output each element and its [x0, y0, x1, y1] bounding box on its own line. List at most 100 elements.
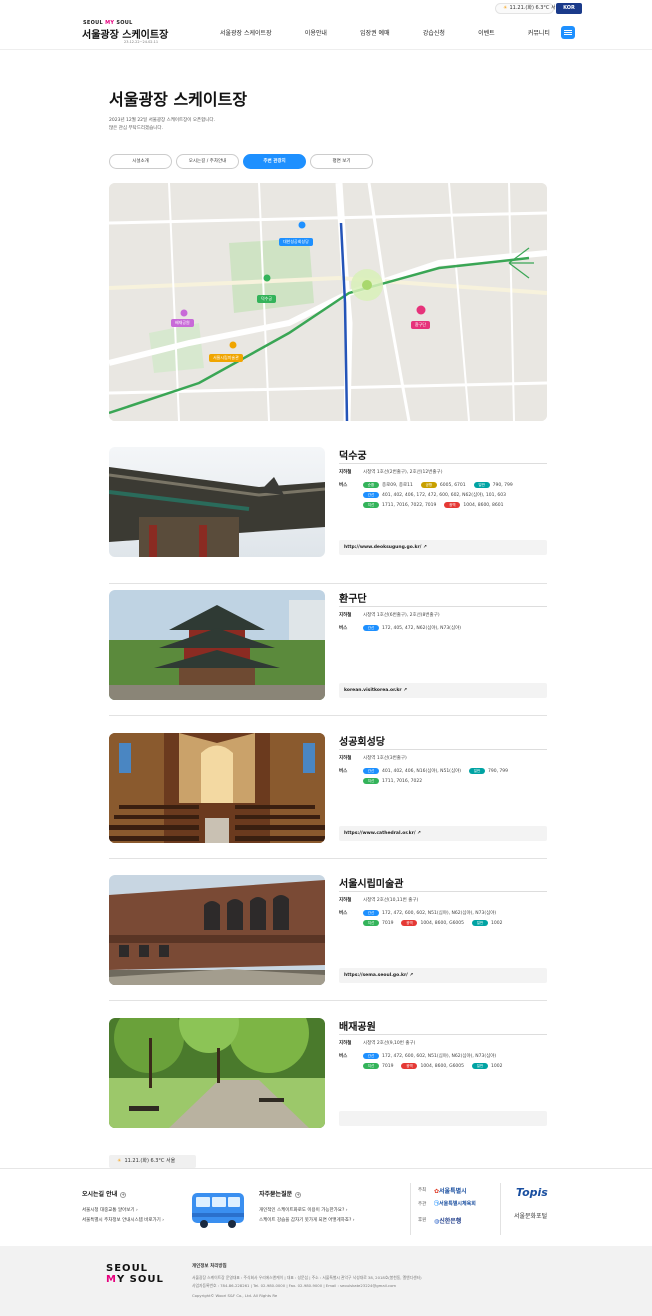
- external-link-icon: ↗: [422, 545, 427, 550]
- bus-type-badge: 일반: [472, 920, 489, 926]
- place-name: 덕수궁: [339, 451, 367, 462]
- copyright: Copyright© Woori S&F Co., Ltd. All Right…: [192, 1293, 278, 1298]
- bus-type-badge: 간선: [363, 910, 379, 916]
- nav-item-tickets[interactable]: 입장권 예매: [360, 28, 390, 37]
- menu-icon: [564, 30, 572, 31]
- partner-role: 주최: [418, 1188, 427, 1193]
- weather-widget[interactable]: ☀ 11.21.(화) 6.3°C 서울: [495, 3, 560, 14]
- bus-type-badge: 간선: [363, 768, 379, 774]
- website-link[interactable]: korean.visitkorea.or.kr ↗: [339, 683, 547, 698]
- bus-label: 버스: [339, 769, 348, 774]
- bus-type-badge: 지선: [363, 502, 379, 508]
- bus-illustration-icon: [190, 1189, 246, 1235]
- photo-deoksugung: [109, 447, 325, 557]
- bus-numbers: 1002: [491, 1063, 503, 1069]
- transit-info: 지하철 시청역 2호선(10,11번 출구) 버스 간선 172, 472, 60…: [339, 897, 547, 937]
- website-link[interactable]: http://www.deoksugung.go.kr/ ↗: [339, 540, 547, 555]
- subway-value: 시청역 2호선(10,11번 출구): [363, 898, 419, 903]
- company-info: 서울광장 스케이트장 운영대표 : 주식회사 우리에스앤케이 | 대표 : 성문…: [192, 1275, 422, 1280]
- faq-link-lessons[interactable]: 스케이트 강습을 갑자기 못가게 되면 어떻게하죠? ›: [259, 1217, 355, 1223]
- transit-info: 지하철 시청역 1호선(6번출구), 2호선(8번출구) 버스 간선 172, 4…: [339, 612, 547, 642]
- bus-type-badge: 지선: [363, 1063, 379, 1069]
- place-name: 성공회성당: [339, 737, 385, 748]
- main-nav: 서울광장 스케이트장 이용안내 입장권 예매 강습신청 이벤트 커뮤니티: [220, 28, 550, 37]
- place-name: 배재공원: [339, 1022, 376, 1033]
- footer-info: 오시는길 안내 + 서울시청 대중교통 알아보기 › 서울특별시 주차정보 안내시…: [0, 1168, 652, 1246]
- bus-label: 버스: [339, 626, 348, 631]
- plus-icon: +: [120, 1191, 127, 1198]
- seoul-culture-portal-logo[interactable]: 서울문화포털: [514, 1211, 547, 1220]
- map-label-deoksugung[interactable]: 덕수궁: [257, 295, 277, 303]
- language-button[interactable]: KOR: [556, 3, 582, 14]
- privacy-policy-link[interactable]: 개인정보 처리방침: [192, 1263, 227, 1269]
- bus-numbers: 790, 799: [492, 482, 513, 488]
- nav-item-events[interactable]: 이벤트: [478, 28, 495, 37]
- seoul-my-soul-footer-logo[interactable]: SEOUL MY SOUL: [106, 1263, 164, 1285]
- chevron-right-icon: ›: [345, 1208, 348, 1213]
- place-card-cathedral: 성공회성당 지하철 시청역 1호선(3번출구) 버스 간선 401, 402, 4…: [109, 733, 547, 843]
- directions-link-parking[interactable]: 서울특별시 주차정보 안내시스템 바로가기 ›: [82, 1217, 164, 1223]
- subway-label: 지하철: [339, 470, 352, 475]
- map-label-hwangudan[interactable]: 환구단: [411, 321, 431, 329]
- directions-link-transit[interactable]: 서울시청 대중교통 알아보기 ›: [82, 1207, 138, 1213]
- partner-role: 후원: [418, 1218, 427, 1223]
- partner-seoul-logo[interactable]: ✿서울특별시: [434, 1186, 467, 1195]
- bus-numbers: 종로09, 종로11: [382, 483, 413, 488]
- faq-link-skates[interactable]: 개인적인 스케이트화로도 이용이 가능한가요? ›: [259, 1207, 348, 1213]
- divider: [339, 1034, 547, 1035]
- nav-item-skate-rink[interactable]: 서울광장 스케이트장: [220, 28, 272, 37]
- subway-value: 시청역 1호선(2번출구), 2호선(12번출구): [363, 470, 443, 475]
- partner-shinhan-logo[interactable]: ◍신한은행: [434, 1216, 461, 1225]
- subway-label: 지하철: [339, 613, 352, 618]
- bus-type-badge: 광역: [401, 1063, 418, 1069]
- faq-heading[interactable]: 자주묻는질문 +: [259, 1189, 302, 1198]
- weather-chip: ☀ 11.21.(화) 6.3°C 서울: [109, 1155, 196, 1168]
- top-utility-bar: ☀ 11.21.(화) 6.3°C 서울 KOR: [0, 0, 652, 16]
- map-label-cathedral[interactable]: 대한성공회성당: [279, 238, 313, 246]
- nav-item-guide[interactable]: 이용안내: [305, 28, 327, 37]
- website-link[interactable]: https://sema.seoul.go.kr/ ↗: [339, 968, 547, 983]
- page-title: 서울광장 스케이트장: [109, 90, 248, 109]
- hamburger-menu-button[interactable]: [561, 26, 575, 39]
- map-label-sema[interactable]: 서울시립미술관: [209, 354, 243, 362]
- transit-info: 지하철 시청역 2호선(9,10번 출구) 버스 간선 172, 472, 600…: [339, 1040, 547, 1080]
- bus-numbers: 401, 402, 406, N16(심야), N51(심야): [382, 769, 461, 774]
- transit-info: 지하철 시청역 1호선(2번출구), 2호선(12번출구) 버스 순환 종로09,…: [339, 469, 547, 519]
- place-card-sema: 서울시립미술관 지하철 시청역 2호선(10,11번 출구) 버스 간선 172,…: [109, 875, 547, 985]
- tab-floorplan[interactable]: 평면 보기: [310, 154, 373, 169]
- footer-vertical-divider: [500, 1183, 501, 1235]
- subway-label: 지하철: [339, 898, 352, 903]
- partner-sports-council-logo[interactable]: ㉠서울특별시체육회: [434, 1200, 476, 1207]
- nav-item-lessons[interactable]: 강습신청: [423, 28, 445, 37]
- tab-nearby[interactable]: 주변 관광지: [243, 154, 306, 169]
- tab-directions[interactable]: 오시는길 / 주차안내: [176, 154, 239, 169]
- divider: [339, 749, 547, 750]
- season-dates: 23.12.22~24.02.11: [124, 40, 159, 44]
- footer-vertical-divider: [410, 1183, 411, 1235]
- external-link-icon: ↗: [417, 831, 421, 836]
- bus-label: 버스: [339, 1054, 348, 1059]
- nearby-map[interactable]: 대한성공회성당 덕수궁 배재공원 환구단 서울시립미술관: [109, 183, 547, 421]
- subway-value: 시청역 1호선(3번출구): [363, 756, 407, 761]
- tab-facility[interactable]: 시설소개: [109, 154, 172, 169]
- website-link[interactable]: https://www.cathedral.or.kr/ ↗: [339, 826, 547, 841]
- chevron-right-icon: ›: [352, 1218, 355, 1223]
- bus-numbers: 1711, 7016, 7022: [382, 778, 423, 784]
- site-logo-title[interactable]: 서울광장 스케이트장: [82, 26, 168, 41]
- website-link-empty: [339, 1111, 547, 1126]
- directions-heading[interactable]: 오시는길 안내 +: [82, 1189, 127, 1198]
- map-label-baejae-park[interactable]: 배재공원: [171, 319, 194, 327]
- site-header: SEOUL MY SOUL 서울광장 스케이트장 23.12.22~24.02.…: [0, 16, 652, 50]
- bus-numbers: 790, 799: [487, 768, 509, 774]
- nav-item-community[interactable]: 커뮤니티: [528, 28, 550, 37]
- section-divider: [109, 583, 547, 584]
- topis-logo[interactable]: Topis: [516, 1186, 548, 1199]
- bus-type-badge: 일반: [468, 768, 485, 774]
- site-footer: SEOUL MY SOUL 개인정보 처리방침 서울광장 스케이트장 운영대표 …: [0, 1246, 652, 1316]
- bus-numbers: 172, 405, 472, N62(심야), N73(심야): [382, 626, 461, 631]
- bus-numbers: 7019: [382, 920, 394, 926]
- subway-value: 시청역 2호선(9,10번 출구): [363, 1041, 416, 1046]
- chevron-right-icon: ›: [162, 1218, 165, 1223]
- divider: [339, 891, 547, 892]
- bus-type-badge: 일반: [472, 1063, 489, 1069]
